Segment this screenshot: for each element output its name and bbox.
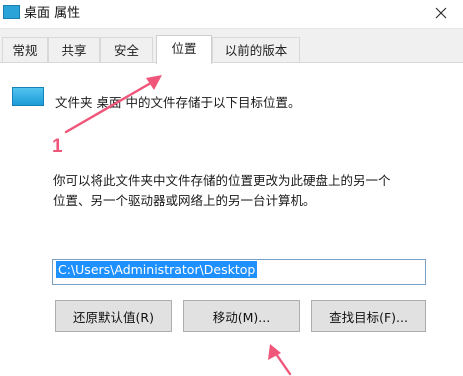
annotation-overlay: 1 (52, 75, 292, 376)
tab-location[interactable]: 位置 (156, 35, 212, 64)
step-number: 1 (52, 136, 63, 157)
annotation-arrow-icon (268, 344, 292, 376)
annotation-arrow-icon (64, 75, 162, 134)
